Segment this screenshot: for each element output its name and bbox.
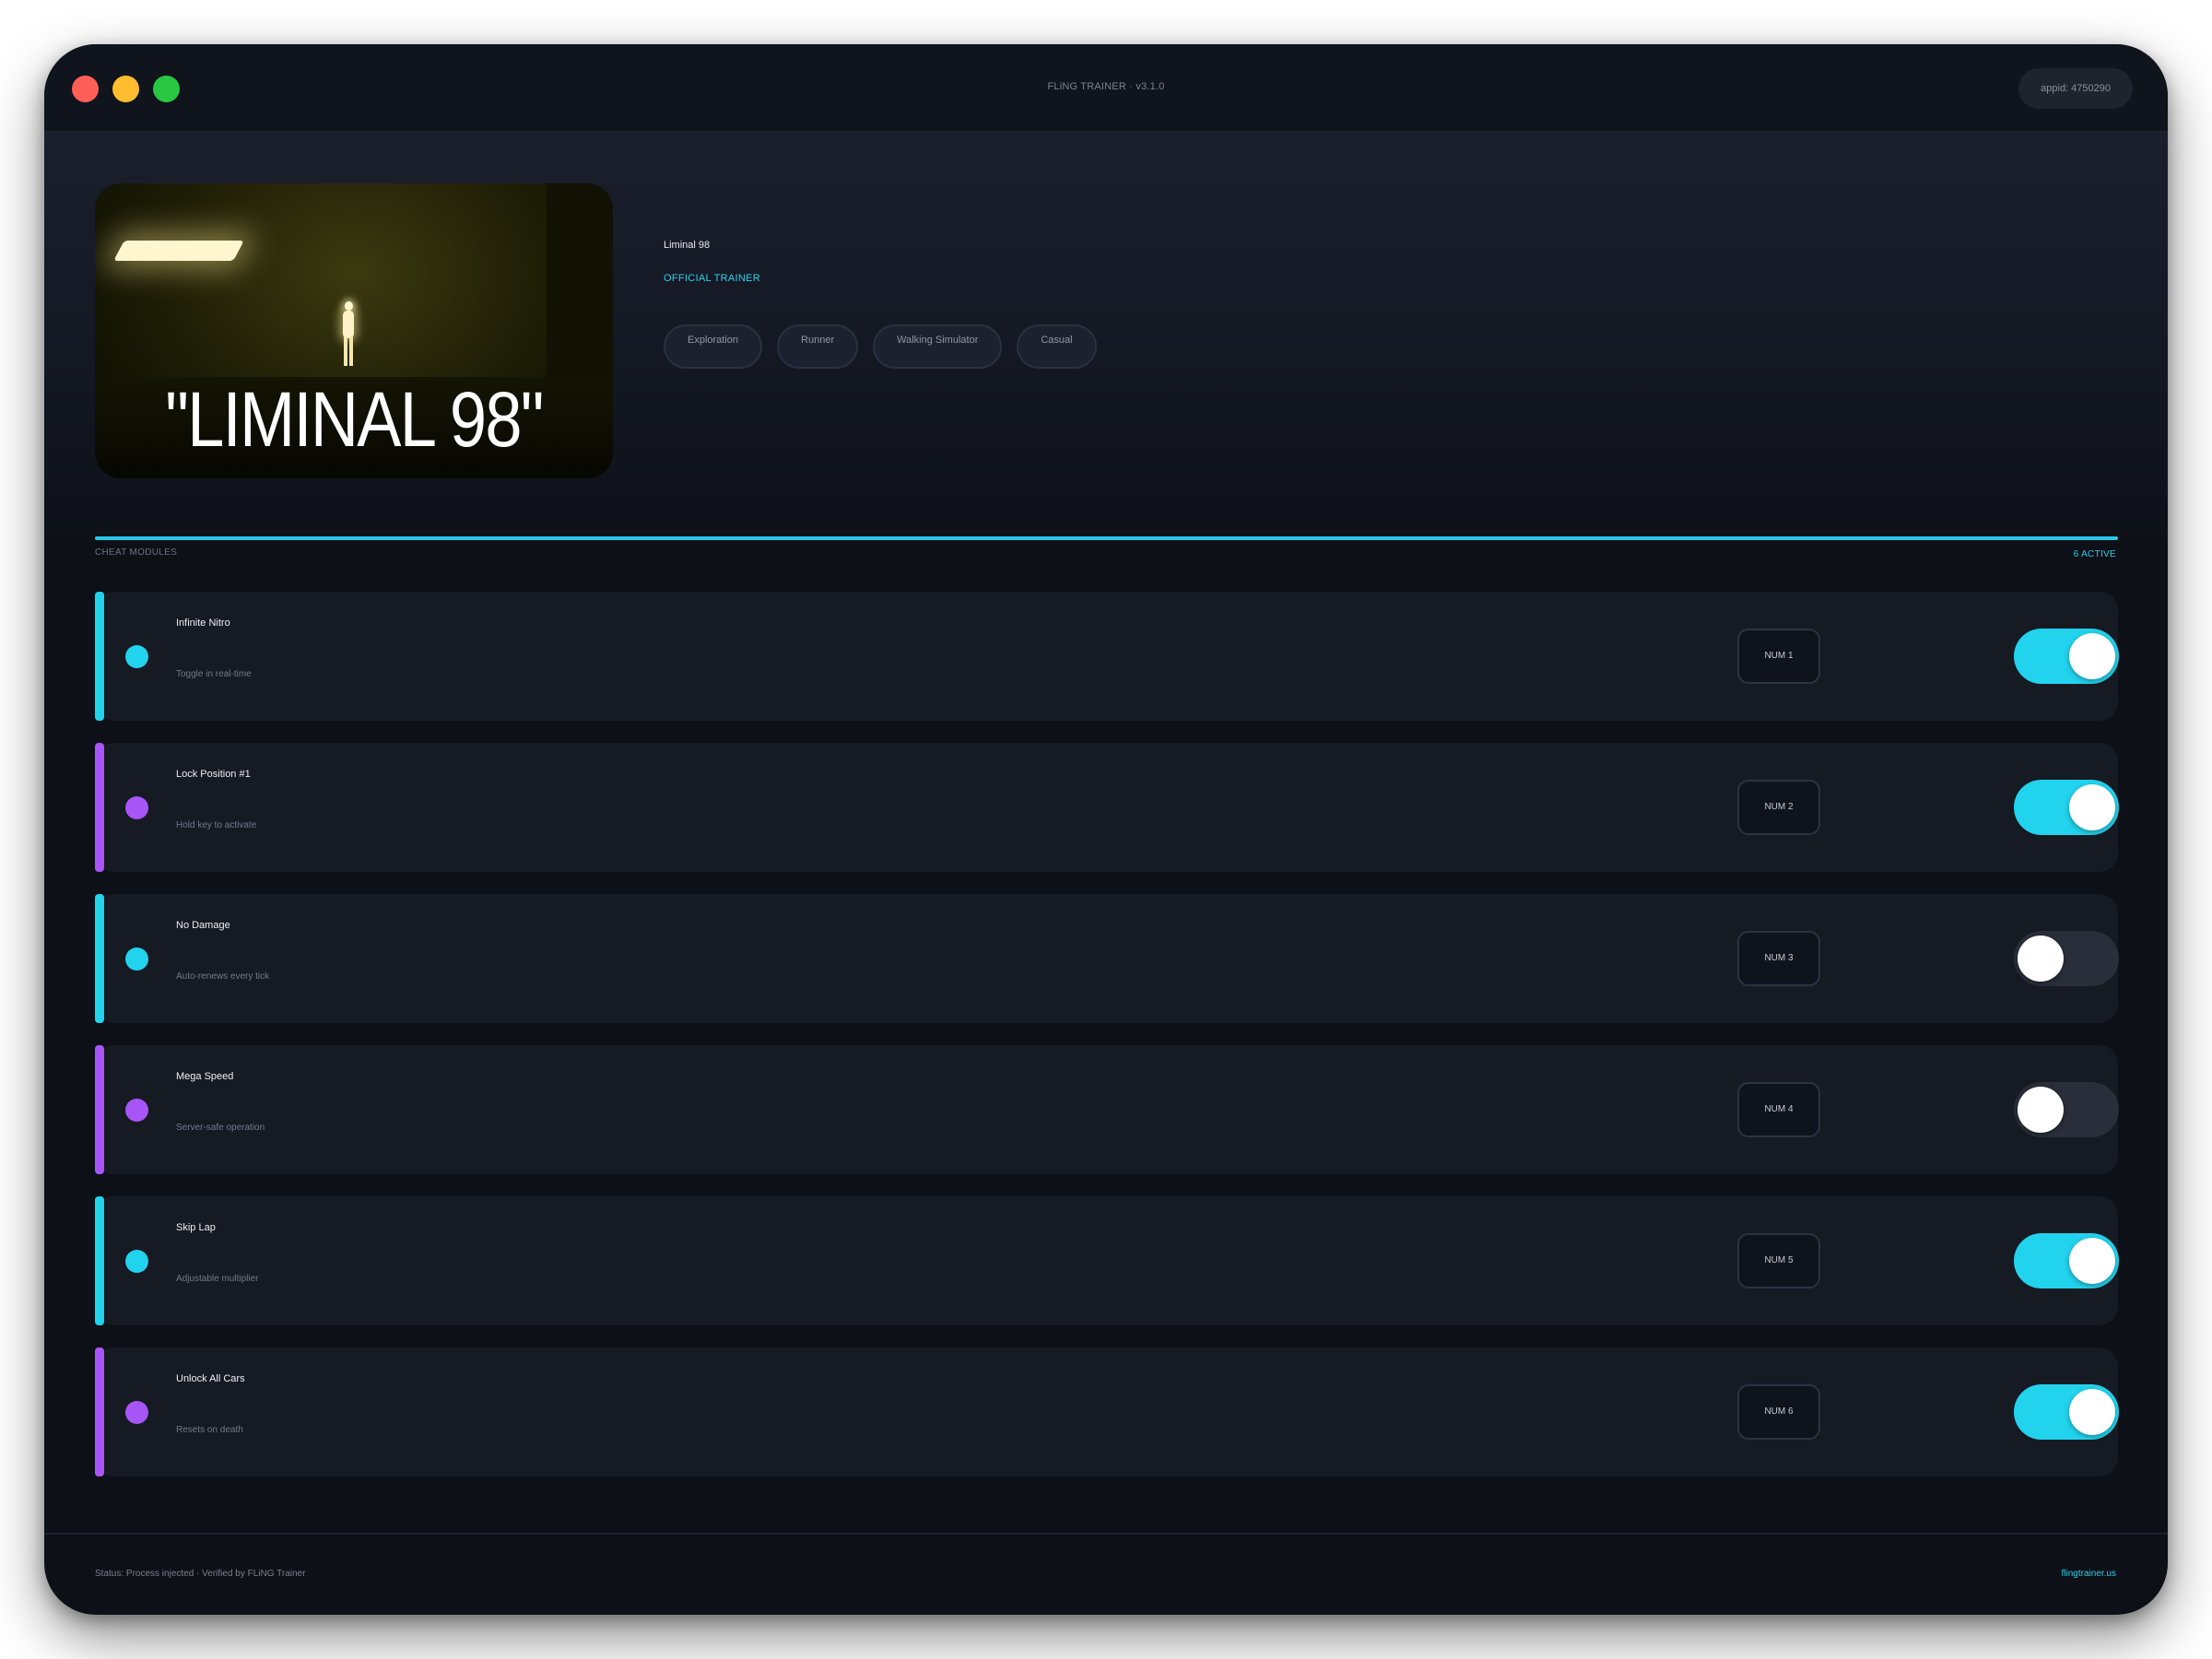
toggle-knob bbox=[2018, 935, 2064, 982]
cover-title-text: "LIMINAL 98" bbox=[165, 376, 544, 463]
game-title: Liminal 98 bbox=[664, 240, 711, 251]
module-toggle[interactable] bbox=[2014, 931, 2119, 986]
module-accent-bar bbox=[95, 1045, 104, 1174]
game-cover-image: "LIMINAL 98" bbox=[95, 183, 613, 478]
module-accent-bar bbox=[95, 592, 104, 721]
app-window: FLiNG TRAINER · v3.1.0 appid: 4750290 "L… bbox=[44, 44, 2168, 1615]
cheat-module: Infinite Nitro Toggle in real-time NUM 1 bbox=[95, 592, 2119, 721]
hotkey-button[interactable]: NUM 6 bbox=[1737, 1384, 1820, 1440]
module-status-dot bbox=[125, 1099, 148, 1122]
module-accent-bar bbox=[95, 1347, 104, 1477]
toggle-knob bbox=[2069, 784, 2115, 830]
module-name: Lock Position #1 bbox=[176, 769, 251, 780]
module-toggle[interactable] bbox=[2014, 780, 2119, 835]
module-description: Adjustable multiplier bbox=[176, 1274, 259, 1284]
toggle-knob bbox=[2018, 1087, 2064, 1133]
cheat-module: Unlock All Cars Resets on death NUM 6 bbox=[95, 1347, 2119, 1477]
module-accent-bar bbox=[95, 894, 104, 1023]
module-toggle[interactable] bbox=[2014, 1082, 2119, 1137]
hotkey-button[interactable]: NUM 4 bbox=[1737, 1082, 1820, 1137]
tag-exploration[interactable]: Exploration bbox=[664, 324, 763, 369]
footer-divider bbox=[44, 1533, 2168, 1535]
module-description: Toggle in real-time bbox=[176, 669, 252, 679]
cheat-module: Mega Speed Server-safe operation NUM 4 bbox=[95, 1045, 2119, 1174]
toggle-knob bbox=[2069, 633, 2115, 679]
game-header: "LIMINAL 98" Liminal 98 OFFICIAL TRAINER… bbox=[44, 133, 2168, 538]
status-text: Status: Process injected · Verified by F… bbox=[95, 1569, 306, 1579]
module-name: Mega Speed bbox=[176, 1071, 234, 1082]
hotkey-button[interactable]: NUM 1 bbox=[1737, 629, 1820, 684]
window-title: FLiNG TRAINER · v3.1.0 bbox=[1047, 81, 1165, 92]
cheat-module: Skip Lap Adjustable multiplier NUM 5 bbox=[95, 1196, 2119, 1325]
module-name: No Damage bbox=[176, 920, 230, 931]
module-description: Auto-renews every tick bbox=[176, 971, 270, 982]
module-toggle[interactable] bbox=[2014, 1233, 2119, 1288]
module-name: Infinite Nitro bbox=[176, 618, 230, 629]
cheat-module-list: Infinite Nitro Toggle in real-time NUM 1… bbox=[95, 592, 2119, 1499]
module-status-dot bbox=[125, 1250, 148, 1273]
cover-glowing-figure bbox=[339, 301, 358, 368]
hotkey-button[interactable]: NUM 3 bbox=[1737, 931, 1820, 986]
toggle-knob bbox=[2069, 1238, 2115, 1284]
module-description: Server-safe operation bbox=[176, 1123, 265, 1133]
hotkey-button[interactable]: NUM 5 bbox=[1737, 1233, 1820, 1288]
cheat-module: No Damage Auto-renews every tick NUM 3 bbox=[95, 894, 2119, 1023]
official-trainer-label: OFFICIAL TRAINER bbox=[664, 273, 761, 284]
cover-ceiling-light bbox=[113, 241, 244, 261]
tag-walking-simulator[interactable]: Walking Simulator bbox=[873, 324, 1003, 369]
module-toggle[interactable] bbox=[2014, 1384, 2119, 1440]
module-name: Skip Lap bbox=[176, 1222, 216, 1233]
hotkey-button[interactable]: NUM 2 bbox=[1737, 780, 1820, 835]
active-count: 6 ACTIVE bbox=[2073, 549, 2116, 559]
genre-tags: Exploration Runner Walking Simulator Cas… bbox=[664, 324, 1097, 369]
title-bar: FLiNG TRAINER · v3.1.0 appid: 4750290 bbox=[44, 44, 2168, 133]
module-accent-bar bbox=[95, 743, 104, 872]
module-description: Hold key to activate bbox=[176, 820, 257, 830]
tag-runner[interactable]: Runner bbox=[777, 324, 859, 369]
website-link[interactable]: flingtrainer.us bbox=[2062, 1569, 2116, 1579]
tag-casual[interactable]: Casual bbox=[1017, 324, 1097, 369]
module-status-dot bbox=[125, 947, 148, 971]
module-status-dot bbox=[125, 645, 148, 668]
module-name: Unlock All Cars bbox=[176, 1373, 245, 1384]
module-toggle[interactable] bbox=[2014, 629, 2119, 684]
module-status-dot bbox=[125, 796, 148, 819]
module-accent-bar bbox=[95, 1196, 104, 1325]
cheat-module: Lock Position #1 Hold key to activate NU… bbox=[95, 743, 2119, 872]
module-description: Resets on death bbox=[176, 1425, 243, 1435]
module-status-dot bbox=[125, 1401, 148, 1424]
appid-badge: appid: 4750290 bbox=[2018, 68, 2133, 109]
section-divider bbox=[95, 536, 2118, 540]
toggle-knob bbox=[2069, 1389, 2115, 1435]
section-title: CHEAT MODULES bbox=[95, 547, 178, 558]
